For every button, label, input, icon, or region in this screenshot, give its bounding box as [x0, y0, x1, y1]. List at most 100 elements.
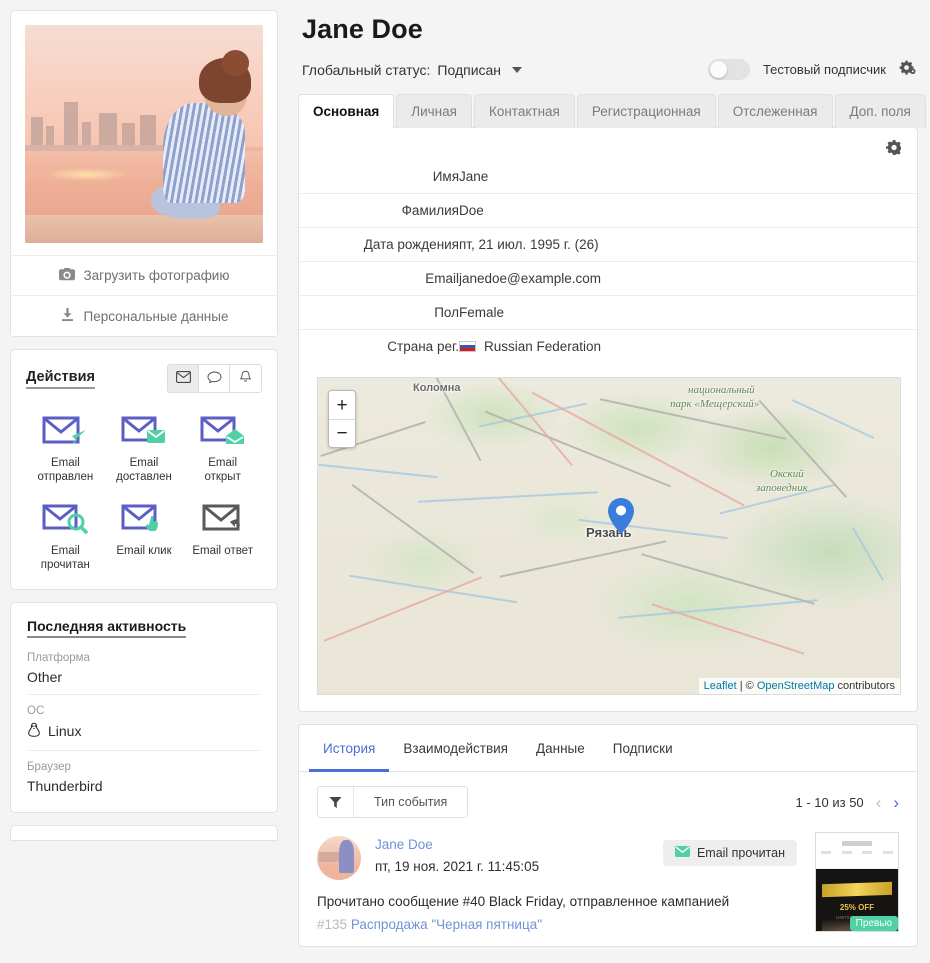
- personal-data-button[interactable]: Персональные данные: [11, 295, 277, 336]
- table-row: Имя Jane: [299, 160, 917, 194]
- profile-fields-table: Имя Jane Фамилия Doe Дата рождения пт, 2…: [299, 160, 917, 363]
- history-row-message: Прочитано сообщение #40 Black Friday, от…: [317, 894, 730, 909]
- event-type-filter-label[interactable]: Тип события: [354, 787, 468, 817]
- channel-switch[interactable]: [167, 364, 262, 393]
- email-opened-icon: [199, 413, 247, 450]
- tab-kontaktnaya[interactable]: Контактная: [473, 94, 575, 128]
- global-status-label: Глобальный статус:: [302, 61, 431, 78]
- map-zoom-in-button[interactable]: +: [329, 391, 355, 419]
- row-value: Linux: [48, 723, 82, 739]
- table-row: Фамилия Doe: [299, 193, 917, 228]
- global-status-value: Подписан: [437, 61, 502, 78]
- history-row-meta: Jane Doe пт, 19 ноя. 2021 г. 11:45:05: [375, 836, 539, 874]
- history-row-name[interactable]: Jane Doe: [375, 837, 539, 852]
- action-email-read[interactable]: Email прочитан: [26, 501, 105, 573]
- action-email-sent[interactable]: Email отправлен: [26, 413, 105, 485]
- leaflet-link[interactable]: Leaflet: [704, 680, 737, 692]
- action-email-opened[interactable]: Email открыт: [183, 413, 262, 485]
- email-channel-button[interactable]: [168, 365, 199, 392]
- email-sent-icon: [41, 413, 89, 450]
- funnel-icon[interactable]: [318, 787, 354, 817]
- location-map[interactable]: + − Коломна национальный парк «Мещерский…: [317, 377, 901, 695]
- tab-dop-polya[interactable]: Доп. поля: [834, 94, 926, 128]
- avatar: [317, 836, 361, 880]
- test-subscriber-toggle[interactable]: [707, 59, 750, 80]
- gears-icon[interactable]: [899, 60, 916, 79]
- profile-photo-card: Загрузить фотографию Персональные данные: [10, 10, 278, 337]
- map-zoom-out-button[interactable]: −: [329, 419, 355, 447]
- app-root: Загрузить фотографию Персональные данные…: [0, 0, 930, 963]
- tab-registracionnaya[interactable]: Регистрационная: [576, 94, 716, 128]
- action-label: Email открыт: [204, 457, 241, 484]
- status-badge: Email прочитан: [662, 840, 797, 866]
- history-row-reference: #135 Распродажа "Черная пятница": [317, 917, 899, 932]
- chevron-down-icon[interactable]: [512, 66, 523, 73]
- field-key: Фамилия: [299, 193, 459, 228]
- field-key: Пол: [299, 295, 459, 330]
- field-value: Russian Federation: [484, 339, 602, 354]
- osm-link[interactable]: OpenStreetMap: [757, 680, 835, 692]
- map-location-pin[interactable]: [608, 498, 634, 534]
- map-label-okskiy-line2: заповедник: [756, 482, 808, 494]
- preview-tag: Превью: [849, 916, 898, 931]
- field-value: janedoe@example.com: [459, 261, 917, 296]
- action-label: Email ответ: [192, 544, 253, 557]
- history-pagination: 1 - 10 из 50 ‹ ›: [796, 794, 900, 811]
- status-right-group: Тестовый подписчик: [707, 59, 918, 80]
- tab-lichnaya[interactable]: Личная: [396, 94, 472, 128]
- email-reply-icon: [199, 501, 247, 538]
- left-sidebar: Загрузить фотографию Персональные данные…: [0, 0, 290, 841]
- gear-icon[interactable]: [886, 140, 903, 158]
- action-email-click[interactable]: Email клик: [105, 501, 184, 573]
- actions-card: Действия Email отправлен Email доставлен…: [10, 349, 278, 590]
- field-value-country: Russian Federation: [459, 329, 917, 363]
- tab-istoriya[interactable]: История: [309, 725, 390, 772]
- field-key: Страна рег.: [299, 329, 459, 363]
- bell-icon: [239, 370, 252, 387]
- action-label: Email доставлен: [116, 457, 172, 484]
- personal-data-label: Персональные данные: [83, 308, 229, 324]
- toggle-knob: [709, 61, 727, 78]
- history-toolbar: Тип события 1 - 10 из 50 ‹ ›: [299, 772, 917, 824]
- email-preview-thumbnail[interactable]: 25% OFF LIMITED TIME ONLY Превью: [815, 832, 899, 932]
- last-activity-row-os: ОС Linux: [27, 705, 261, 751]
- attrib-copy: ©: [745, 680, 757, 692]
- tab-otslezhennaya[interactable]: Отслеженная: [717, 94, 833, 128]
- field-value: Doe: [459, 193, 917, 228]
- chevron-left-icon[interactable]: ‹: [876, 794, 882, 811]
- profile-tabs: Основная Личная Контактная Регистрационн…: [298, 94, 926, 128]
- thumb-offer: 25% OFF: [839, 903, 875, 912]
- row-key: Платформа: [27, 651, 90, 664]
- sms-channel-button[interactable]: [199, 365, 230, 392]
- attrib-tail: contributors: [834, 680, 895, 692]
- tab-osnovnaya[interactable]: Основная: [298, 94, 395, 128]
- push-channel-button[interactable]: [230, 365, 261, 392]
- map-label-okskiy-line1: Окский: [770, 468, 804, 480]
- history-row-header: Jane Doe пт, 19 ноя. 2021 г. 11:45:05: [317, 836, 899, 880]
- map-zoom-controls[interactable]: + −: [328, 390, 356, 448]
- tab-podpiski[interactable]: Подписки: [599, 725, 687, 772]
- main-content: Jane Doe Глобальный статус: Подписан Тес…: [290, 0, 930, 947]
- event-type-filter[interactable]: Тип события: [317, 786, 469, 818]
- profile-panel: Имя Jane Фамилия Doe Дата рождения пт, 2…: [298, 127, 918, 712]
- field-key: Email: [299, 261, 459, 296]
- tab-dannye[interactable]: Данные: [522, 725, 599, 772]
- action-email-delivered[interactable]: Email доставлен: [105, 413, 184, 485]
- last-activity-card: Последняя активность Платформа Other ОС …: [10, 601, 278, 813]
- chevron-right-icon[interactable]: ›: [893, 794, 899, 811]
- action-email-reply[interactable]: Email ответ: [183, 501, 262, 573]
- reference-link[interactable]: Распродажа "Черная пятница": [351, 917, 542, 932]
- upload-photo-button[interactable]: Загрузить фотографию: [11, 255, 277, 295]
- last-activity-title: Последняя активность: [27, 618, 187, 638]
- history-card: История Взаимодействия Данные Подписки Т…: [298, 724, 918, 947]
- row-key: Браузер: [27, 760, 71, 773]
- table-row: Дата рождения пт, 21 июл. 1995 г. (26): [299, 227, 917, 262]
- profile-photo-wrap: [11, 11, 277, 255]
- tab-vzaimodeystviya[interactable]: Взаимодействия: [389, 725, 522, 772]
- field-key: Имя: [432, 169, 459, 184]
- actions-grid: Email отправлен Email доставлен Email от…: [26, 413, 262, 573]
- map-label-park-line2: парк «Мещерский»: [670, 398, 760, 410]
- linux-penguin-icon: [27, 722, 41, 741]
- last-activity-row-platform: Платформа Other: [27, 652, 261, 695]
- table-row: Страна рег. Russian Federation: [299, 329, 917, 363]
